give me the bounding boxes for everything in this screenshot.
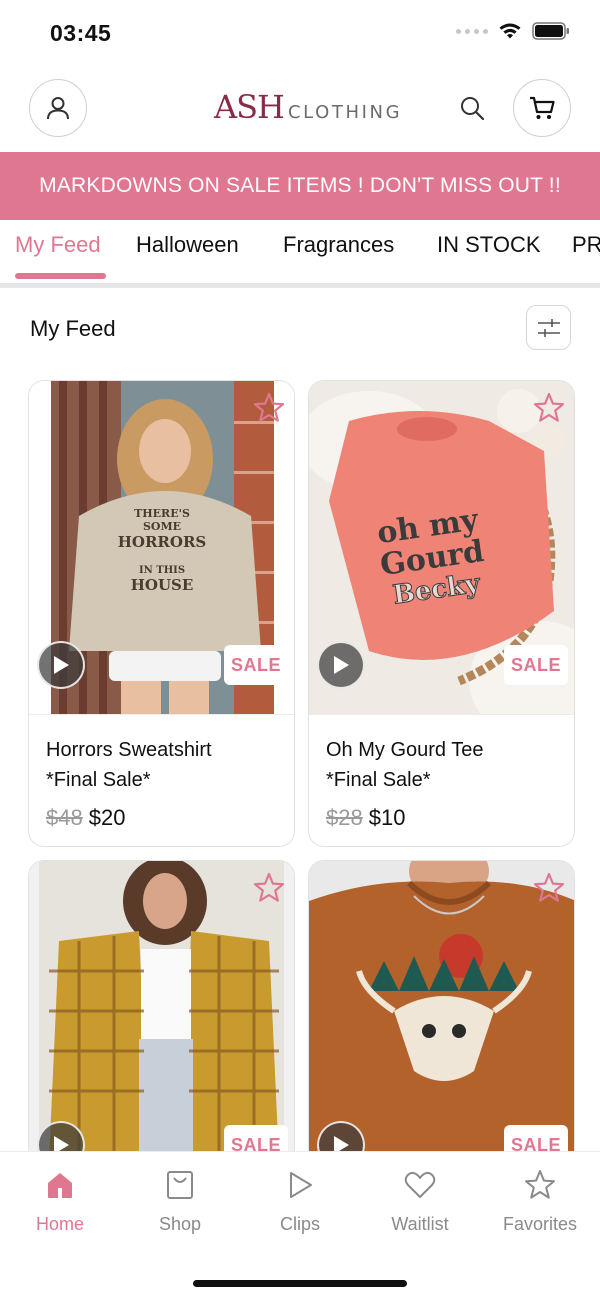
- feed-title: My Feed: [30, 316, 116, 341]
- favorite-star-icon[interactable]: [252, 871, 286, 905]
- category-tabs: My Feed Halloween Fragrances IN STOCK PR: [0, 220, 600, 288]
- tabbar-favorites[interactable]: Favorites: [480, 1168, 600, 1235]
- product-card[interactable]: SALE: [28, 860, 295, 1195]
- status-bar: 03:45: [0, 0, 600, 66]
- favorite-star-icon[interactable]: [532, 391, 566, 425]
- sale-badge: SALE: [504, 645, 568, 685]
- search-button[interactable]: [456, 92, 488, 124]
- product-price: $48 $20: [46, 805, 277, 831]
- tab-in-stock[interactable]: IN STOCK: [437, 232, 541, 258]
- signal-dots-icon: [456, 28, 488, 34]
- promo-banner-text: MARKDOWNS ON SALE ITEMS ! DON'T MISS OUT…: [39, 174, 561, 197]
- product-image[interactable]: SALE: [309, 861, 574, 1194]
- tab-pr[interactable]: PR: [572, 232, 600, 258]
- active-tab-indicator: [15, 273, 106, 279]
- logo-sub-text: CLOTHING: [287, 102, 403, 123]
- tabbar-clips[interactable]: Clips: [240, 1168, 360, 1235]
- app-header: ASH CLOTHING: [0, 66, 600, 152]
- tabbar-label: Clips: [279, 1214, 320, 1234]
- product-card[interactable]: SALE: [308, 860, 575, 1195]
- favorite-star-icon[interactable]: [252, 391, 286, 425]
- sliders-icon: [537, 318, 560, 337]
- product-image[interactable]: THERE'S SOME HORRORS IN THIS HOUSE SALE: [29, 381, 294, 714]
- filter-button[interactable]: [526, 305, 571, 350]
- sale-price: $20: [88, 805, 126, 830]
- status-time: 03:45: [50, 20, 112, 46]
- app-screen: 03:45 ASH CLOTHING MARKDOWNS ON SALE ITE…: [0, 0, 600, 1299]
- product-info: Oh My Gourd Tee *Final Sale* $28 $10: [309, 714, 574, 846]
- heart-icon: [404, 1171, 436, 1198]
- product-price: $28 $10: [326, 805, 557, 831]
- product-name: Horrors Sweatshirt: [46, 739, 212, 761]
- old-price: $48: [46, 805, 83, 830]
- tabbar-label: Waitlist: [391, 1214, 449, 1234]
- tab-halloween[interactable]: Halloween: [136, 232, 239, 258]
- old-price: $28: [326, 805, 363, 830]
- person-icon: [47, 97, 69, 120]
- cart-button[interactable]: [513, 79, 571, 137]
- tabbar-home[interactable]: Home: [0, 1168, 120, 1235]
- play-video-button[interactable]: [317, 641, 365, 689]
- wifi-icon: [499, 23, 521, 39]
- search-icon: [461, 97, 485, 121]
- tabbar-label: Shop: [158, 1214, 202, 1234]
- star-icon: [525, 1170, 555, 1199]
- brand-logo[interactable]: ASH CLOTHING: [214, 88, 402, 126]
- home-indicator[interactable]: [193, 1280, 407, 1287]
- print-text: THERE'S SOME HORRORS IN THIS HOUSE: [117, 507, 207, 594]
- product-info: Horrors Sweatshirt *Final Sale* $48 $20: [29, 714, 294, 846]
- play-icon: [290, 1172, 312, 1198]
- tabbar-shop[interactable]: Shop: [120, 1168, 240, 1235]
- product-name: Oh My Gourd Tee: [326, 739, 484, 761]
- cart-icon: [530, 96, 555, 119]
- logo-main-text: ASH: [214, 88, 285, 126]
- play-video-button[interactable]: [37, 641, 85, 689]
- product-name-note: *Final Sale*: [326, 769, 431, 791]
- product-image[interactable]: SALE: [29, 861, 294, 1194]
- shopping-bag-icon: [167, 1171, 193, 1199]
- sale-badge: SALE: [224, 645, 288, 685]
- bottom-tab-bar: Home Shop Clips Waitlist Favorites: [0, 1151, 600, 1299]
- product-card[interactable]: oh my Gourd Becky SALE Oh My Gourd Tee *…: [308, 380, 575, 847]
- play-icon: [334, 656, 349, 674]
- home-icon: [48, 1173, 72, 1198]
- profile-button[interactable]: [29, 79, 87, 137]
- product-image[interactable]: oh my Gourd Becky SALE: [309, 381, 574, 714]
- product-card[interactable]: THERE'S SOME HORRORS IN THIS HOUSE SALE …: [28, 380, 295, 847]
- favorite-star-icon[interactable]: [532, 871, 566, 905]
- status-icons: [456, 22, 570, 40]
- tab-fragrances[interactable]: Fragrances: [283, 232, 394, 258]
- tabbar-label: Home: [35, 1214, 84, 1234]
- product-name-note: *Final Sale*: [46, 769, 151, 791]
- promo-banner[interactable]: MARKDOWNS ON SALE ITEMS ! DON'T MISS OUT…: [0, 152, 600, 220]
- play-icon: [54, 656, 69, 674]
- tab-my-feed[interactable]: My Feed: [15, 232, 101, 258]
- sale-price: $10: [368, 805, 406, 830]
- battery-icon: [532, 22, 569, 40]
- tabbar-waitlist[interactable]: Waitlist: [360, 1168, 480, 1235]
- tabbar-label: Favorites: [502, 1214, 578, 1234]
